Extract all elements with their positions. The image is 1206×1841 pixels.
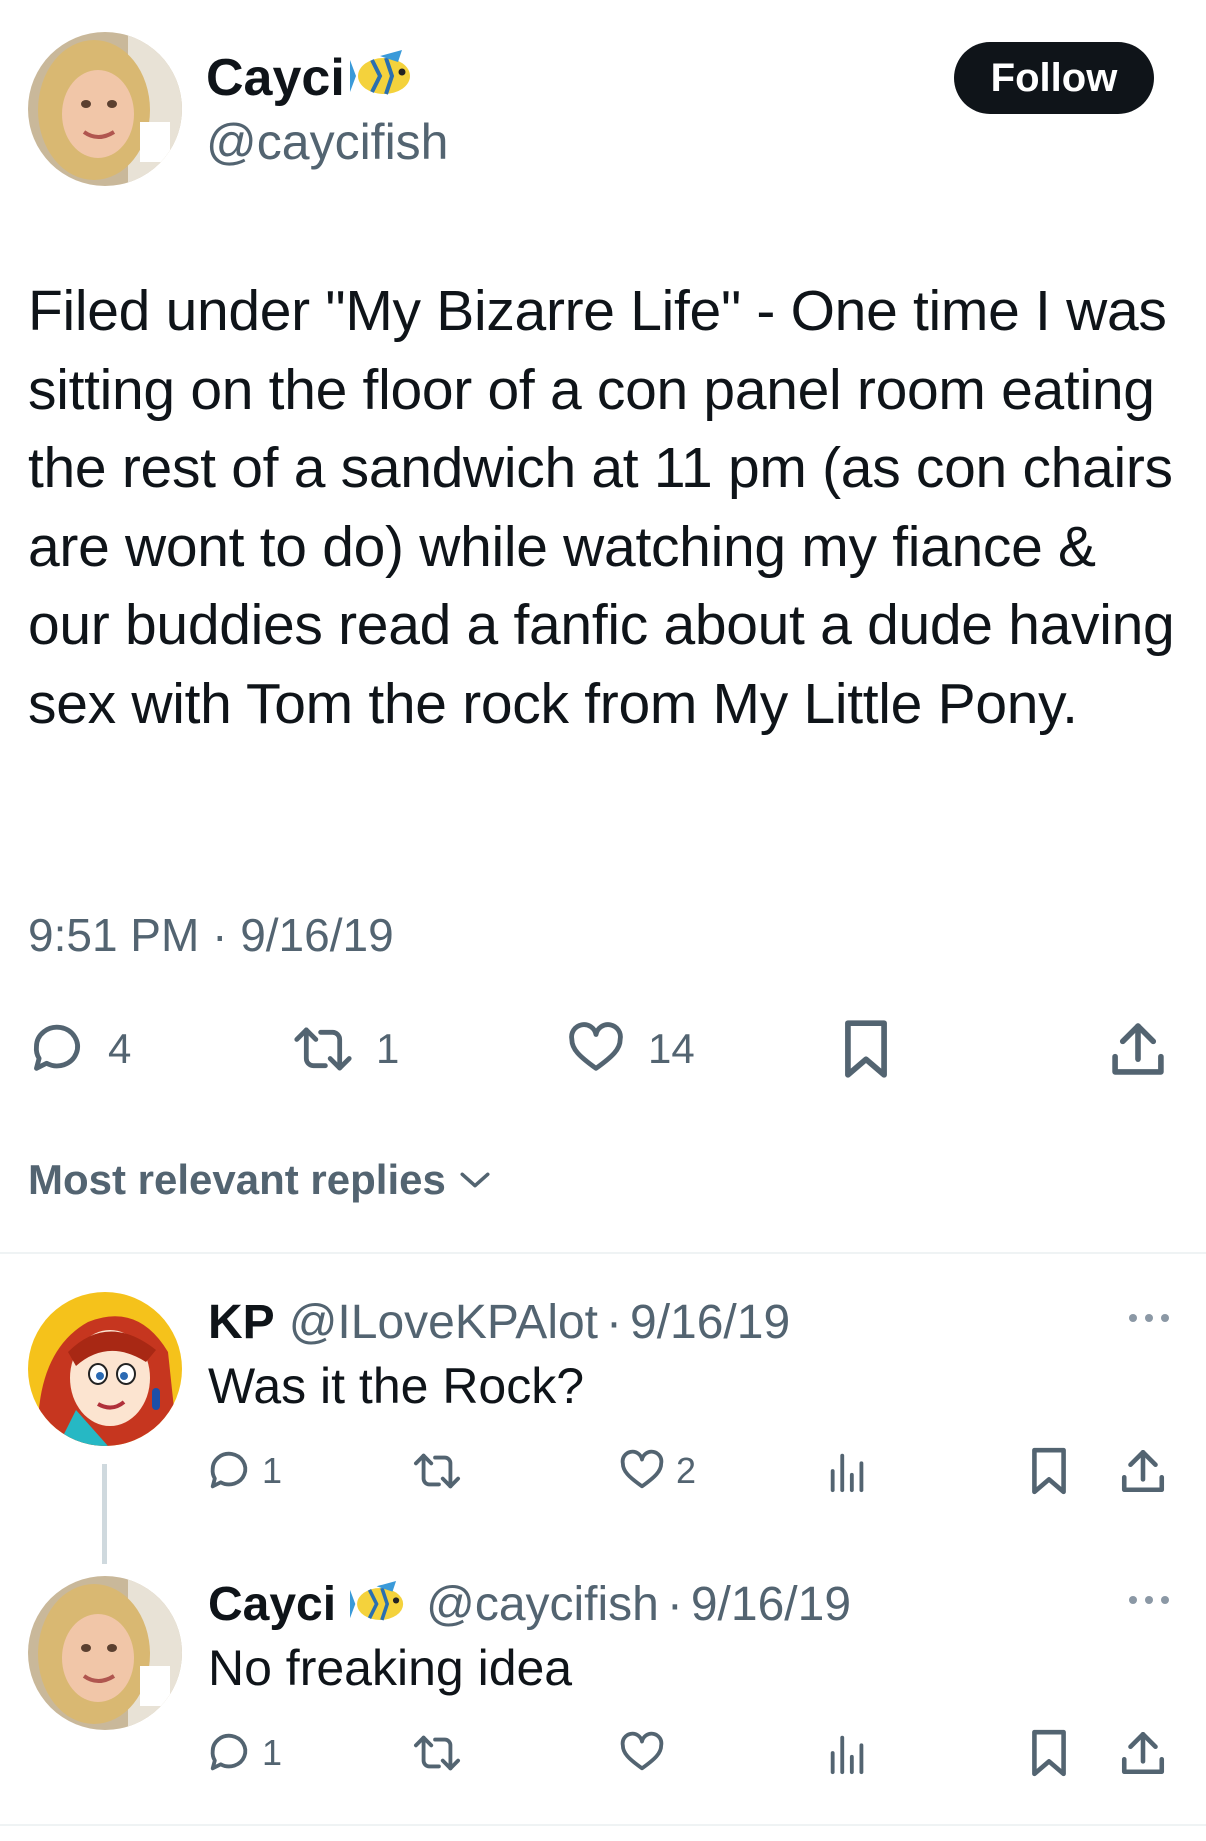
author-handle[interactable]: @caycifish [206,112,448,172]
reply-text: Was it the Rock? [208,1358,585,1414]
retweet-icon [412,1730,462,1776]
reply-count: 1 [262,1732,283,1773]
replies-sort-label: Most relevant replies [28,1156,446,1203]
retweet-button[interactable] [412,1448,472,1494]
bookmark-button[interactable] [1028,1446,1070,1496]
share-button[interactable] [1110,1018,1166,1080]
reply-icon [28,1020,86,1078]
separator-dot: · [606,1295,622,1349]
views-icon [826,1448,870,1494]
reply-author-handle[interactable]: @caycifish [426,1577,659,1632]
reply-header: KP @ILoveKPAlot · 9/16/19 [208,1292,790,1352]
reply-button[interactable]: 4 [28,1020,131,1078]
reply-header: Cayci @caycifish · 9/16/19 [208,1574,851,1634]
reply-count: 1 [262,1450,283,1491]
replies-sort-dropdown[interactable]: Most relevant replies [28,1152,492,1208]
like-count: 14 [648,1025,695,1072]
divider [0,1252,1206,1254]
reply-button[interactable]: 1 [206,1730,282,1776]
like-button[interactable] [618,1730,676,1776]
views-icon [826,1730,870,1776]
reply-text: No freaking idea [208,1640,573,1696]
more-icon[interactable] [1126,1310,1172,1326]
tropical-fish-icon [350,1577,412,1631]
chevron-down-icon [458,1168,492,1192]
like-button[interactable]: 14 [566,1020,695,1078]
reply-author-handle[interactable]: @ILoveKPAlot [289,1295,598,1350]
reply-avatar[interactable] [28,1576,182,1730]
tweet-timestamp[interactable]: 9:51 PM · 9/16/19 [28,905,394,965]
bookmark-icon [840,1018,892,1080]
views-button[interactable] [826,1730,870,1776]
like-count: 2 [676,1450,697,1491]
reply-author-name[interactable]: Cayci [208,1577,336,1632]
bookmark-icon [1028,1446,1070,1496]
bookmark-icon [1028,1728,1070,1778]
bookmark-button[interactable] [840,1018,892,1080]
retweet-button[interactable] [412,1730,472,1776]
reply-icon [206,1448,252,1494]
share-button[interactable] [1120,1728,1166,1778]
reply-avatar[interactable] [28,1292,182,1446]
retweet-icon [412,1448,462,1494]
share-icon [1120,1446,1166,1496]
reply-date[interactable]: 9/16/19 [630,1295,790,1350]
separator-dot: · [666,1577,683,1631]
heart-icon [566,1020,626,1078]
retweet-button[interactable]: 1 [292,1020,399,1078]
retweet-count: 1 [376,1025,400,1072]
retweet-icon [292,1020,354,1078]
author-name[interactable]: Cayci [206,48,345,108]
thread-connector [102,1464,107,1564]
divider [0,1824,1206,1826]
follow-button[interactable]: Follow [954,42,1154,114]
tweet-text: Filed under "My Bizarre Life" - One time… [28,279,1175,736]
share-button[interactable] [1120,1446,1166,1496]
tropical-fish-icon [350,46,420,106]
heart-icon [618,1448,666,1494]
bookmark-button[interactable] [1028,1728,1070,1778]
reply-date[interactable]: 9/16/19 [691,1577,851,1632]
heart-icon [618,1730,666,1776]
reply-count: 4 [108,1025,132,1072]
like-button[interactable]: 2 [618,1448,696,1494]
views-button[interactable] [826,1448,870,1494]
reply-icon [206,1730,252,1776]
reply-author-name[interactable]: KP [208,1295,275,1350]
more-icon[interactable] [1126,1592,1172,1608]
reply-button[interactable]: 1 [206,1448,282,1494]
author-avatar[interactable] [28,32,182,186]
share-icon [1110,1018,1166,1080]
share-icon [1120,1728,1166,1778]
